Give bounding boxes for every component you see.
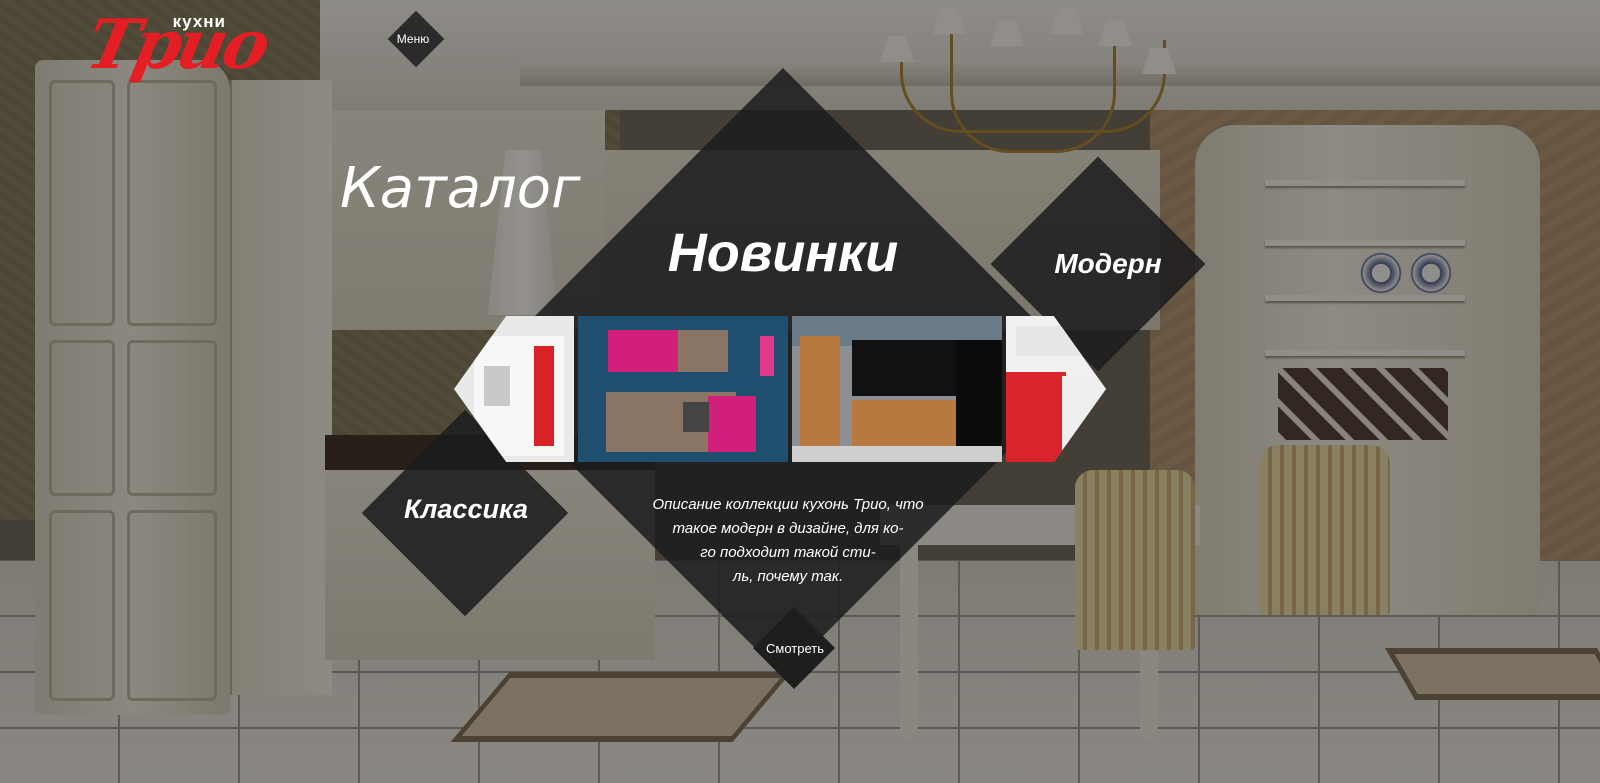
description-line: Описание коллекции кухонь Трио, что — [652, 496, 924, 513]
featured-title[interactable]: Новинки — [600, 218, 966, 288]
description-line: ль, почему так. — [732, 568, 844, 585]
description-line: такое модерн в дизайне, для ко- — [672, 520, 904, 537]
kitchen-gallery — [454, 316, 1106, 462]
category-modern[interactable]: Модерн — [1018, 244, 1198, 284]
collection-description: Описание коллекции кухонь Трио, что тако… — [650, 493, 926, 589]
view-button[interactable]: Смотреть — [745, 640, 845, 658]
category-classic[interactable]: Классика — [386, 490, 546, 528]
description-line: го подходит такой сти- — [700, 544, 876, 561]
kitchen-photo-wood-black[interactable] — [792, 316, 1002, 462]
menu-button[interactable]: Меню — [380, 31, 446, 47]
page-title: Каталог — [340, 156, 581, 221]
trio-logo[interactable]: Трио кухни — [79, 5, 273, 90]
kitchen-photo-pink-blue[interactable] — [578, 316, 788, 462]
logo-tagline: кухни — [172, 12, 226, 31]
